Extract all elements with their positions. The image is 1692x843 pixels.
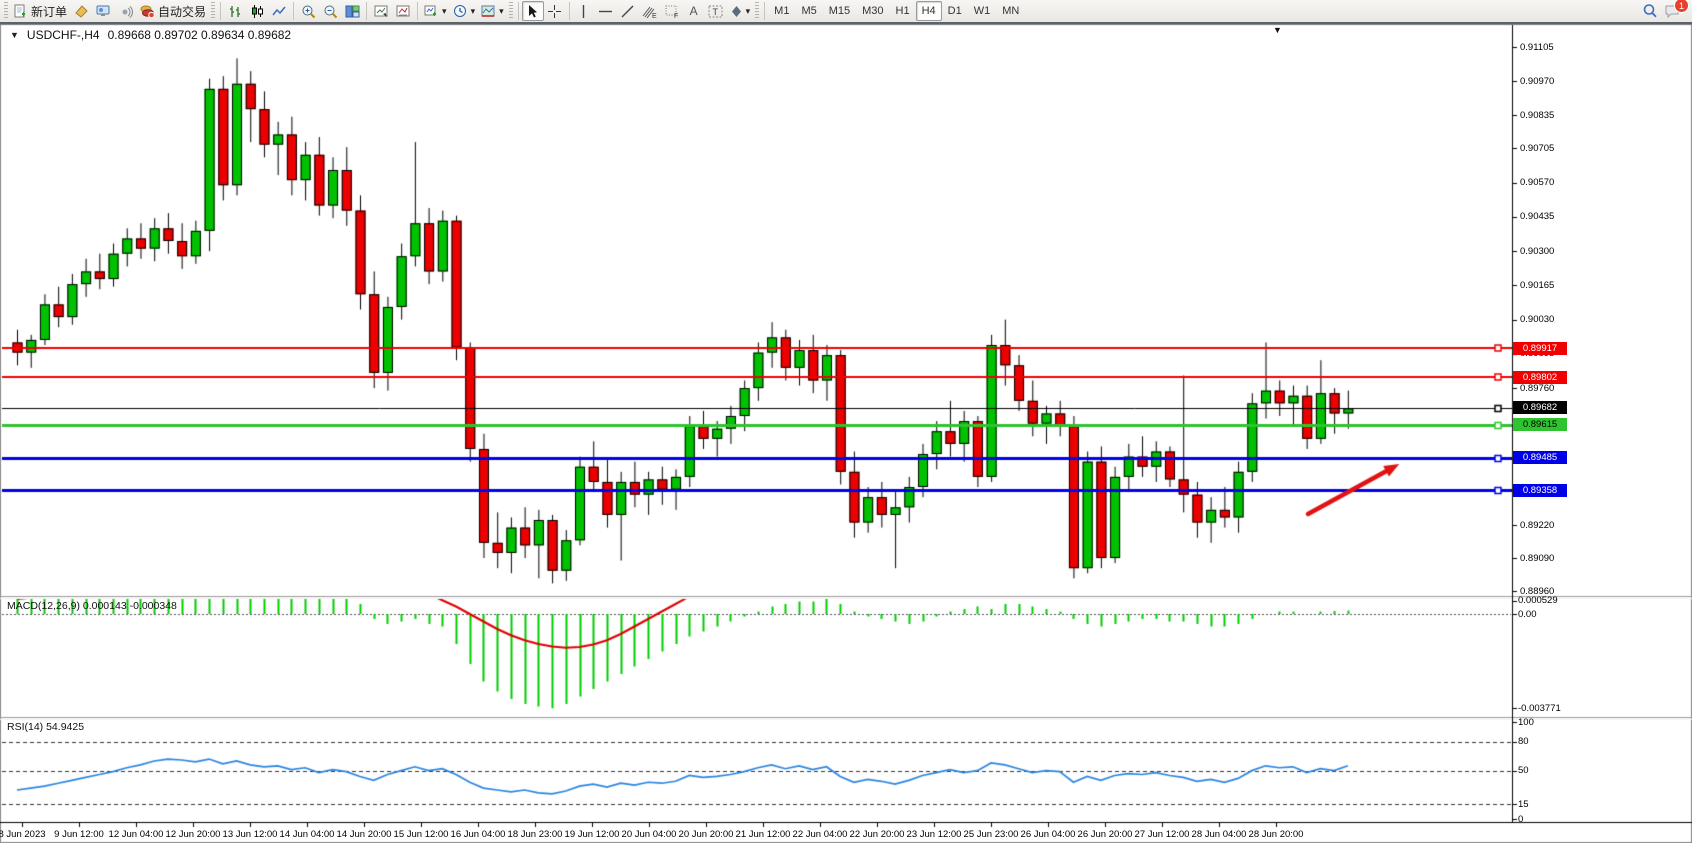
main-toolbar: 新订单 自动交易 — [0, 0, 1692, 24]
profiles-chart-icon — [424, 4, 439, 19]
cursor-arrow-icon — [525, 4, 540, 19]
grid-icon: F — [664, 4, 680, 19]
fibonacci-icon: E — [642, 4, 658, 19]
tile-windows-button[interactable] — [341, 1, 363, 21]
timeframe-m5-button[interactable]: M5 — [795, 1, 822, 21]
vertical-line-tool-button[interactable] — [573, 1, 595, 21]
toolbar-grip[interactable] — [211, 2, 215, 20]
horizontal-line-tool-button[interactable] — [595, 1, 617, 21]
template-icon — [481, 4, 496, 19]
dropdown-arrow-icon: ▾ — [442, 6, 447, 17]
timeframe-m1-button[interactable]: M1 — [768, 1, 795, 21]
marketwatch-button[interactable] — [70, 1, 92, 21]
timeframe-w1-button[interactable]: W1 — [968, 1, 997, 21]
autotrading-label: 自动交易 — [158, 3, 206, 20]
svg-text:E: E — [652, 13, 657, 19]
trendline-tool-button[interactable] — [617, 1, 639, 21]
template-dropdown-button[interactable]: ▾ — [478, 1, 507, 21]
chart-canvas[interactable] — [0, 0, 1692, 843]
profiles-dropdown-button[interactable]: ▾ — [421, 1, 450, 21]
mt4-terminal: 新订单 自动交易 — [0, 0, 1692, 843]
indicator-list-icon — [396, 4, 411, 19]
trendline-icon — [620, 4, 635, 19]
indicator-list-button[interactable] — [392, 1, 414, 21]
dropdown-arrow-icon: ▾ — [746, 6, 751, 17]
new-chart-icon — [374, 4, 389, 19]
zoom-in-icon — [301, 4, 316, 19]
svg-text:T: T — [712, 7, 718, 17]
new-order-button[interactable]: 新订单 — [10, 1, 70, 21]
timeframe-mn-button[interactable]: MN — [996, 1, 1025, 21]
monitor-icon — [96, 4, 111, 19]
terminal-button[interactable] — [92, 1, 114, 21]
timeframe-h1-button[interactable]: H1 — [890, 1, 916, 21]
toolbar-grip[interactable] — [509, 2, 513, 20]
cursor-tool-button[interactable] — [522, 1, 544, 21]
autotrading-button[interactable]: 自动交易 — [136, 1, 209, 21]
timeframe-m30-button[interactable]: M30 — [856, 1, 889, 21]
speaker-icon — [118, 4, 133, 19]
timeframe-toolbar: M1M5M15M30H1H4D1W1MN — [768, 1, 1025, 21]
timeframe-h4-button[interactable]: H4 — [916, 1, 942, 21]
text-a-icon: A — [690, 4, 698, 18]
text-label-tool-button[interactable]: T — [705, 1, 727, 21]
fibo-grid-tool-button[interactable]: F — [661, 1, 683, 21]
timeframe-m15-button[interactable]: M15 — [823, 1, 856, 21]
crosshair-icon — [547, 4, 562, 19]
dropdown-arrow-icon: ▾ — [499, 6, 504, 17]
line-chart-icon — [272, 4, 287, 19]
vertical-line-icon — [577, 4, 590, 19]
notifications-button[interactable]: 1 — [1661, 1, 1684, 21]
notification-badge: 1 — [1674, 0, 1689, 13]
zoom-out-button[interactable] — [319, 1, 341, 21]
zoom-in-button[interactable] — [297, 1, 319, 21]
line-chart-mode-button[interactable] — [268, 1, 290, 21]
fibonacci-tool-button[interactable]: E — [639, 1, 661, 21]
toolbar-grip[interactable] — [755, 2, 759, 20]
yellow-diamond-icon — [74, 4, 89, 19]
clock-icon — [453, 4, 468, 19]
new-order-label: 新订单 — [31, 3, 67, 20]
tile-windows-icon — [345, 4, 360, 19]
dropdown-arrow-icon: ▾ — [471, 6, 476, 17]
search-button[interactable] — [1639, 1, 1661, 21]
svg-text:F: F — [674, 13, 678, 19]
shapes-dropdown-button[interactable]: ▾ — [727, 1, 754, 21]
text-label-icon: T — [708, 4, 724, 19]
search-icon — [1642, 3, 1658, 19]
toolbar-grip[interactable] — [4, 2, 8, 20]
horizontal-line-icon — [598, 4, 613, 19]
candlestick-icon — [250, 4, 265, 19]
text-tool-button[interactable]: A — [683, 1, 705, 21]
period-dropdown-button[interactable]: ▾ — [450, 1, 479, 21]
candlestick-mode-button[interactable] — [246, 1, 268, 21]
signals-button[interactable] — [114, 1, 136, 21]
timeframe-d1-button[interactable]: D1 — [942, 1, 968, 21]
bar-chart-mode-button[interactable] — [224, 1, 246, 21]
zoom-out-icon — [323, 4, 338, 19]
autotrading-icon — [139, 4, 155, 19]
shapes-icon — [730, 4, 743, 19]
new-chart-button[interactable] — [370, 1, 392, 21]
ohlc-bars-icon — [228, 4, 243, 19]
new-order-icon — [13, 4, 28, 19]
crosshair-tool-button[interactable] — [544, 1, 566, 21]
